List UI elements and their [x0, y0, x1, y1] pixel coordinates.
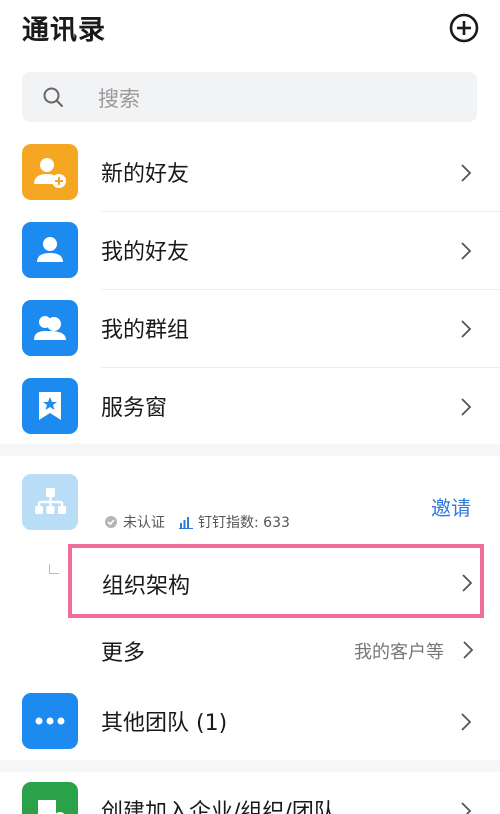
unverified-badge: 未认证: [104, 512, 165, 532]
contact-row-my-friends[interactable]: 我的好友: [0, 212, 500, 290]
more-subtitle: 我的客户等: [354, 642, 444, 663]
verified-check-icon: [105, 516, 117, 528]
chevron-right-icon: [462, 574, 473, 592]
chevron-right-icon: [461, 242, 472, 260]
other-teams-label: 其他团队 (1): [101, 711, 228, 736]
bookmark-star-icon: [22, 378, 78, 434]
contact-label: 我的好友: [101, 240, 190, 265]
org-logo-icon[interactable]: [22, 474, 78, 530]
group-icon: [22, 300, 78, 356]
chevron-right-icon: [461, 713, 472, 731]
contact-label: 新的好友: [101, 162, 190, 187]
tree-connector: [49, 564, 59, 574]
chevron-right-icon: [461, 164, 472, 182]
person-icon: [22, 222, 78, 278]
org-badges: 未认证 钉钉指数: 633: [104, 512, 304, 532]
contact-row-service-window[interactable]: 服务窗: [0, 368, 500, 446]
dingtalk-index-label: 钉钉指数: 633: [198, 515, 290, 531]
search-input[interactable]: 搜索: [22, 72, 477, 122]
chevron-right-icon: [461, 398, 472, 416]
bar-chart-icon: [179, 517, 193, 529]
org-structure-row[interactable]: 组织架构: [68, 544, 484, 618]
contact-label: 我的群组: [101, 318, 190, 343]
unverified-label: 未认证: [123, 515, 165, 531]
org-structure-label: 组织架构: [102, 574, 191, 599]
search-icon: [43, 87, 63, 107]
page-title: 通讯录: [22, 15, 106, 46]
other-teams-row[interactable]: 其他团队 (1): [0, 683, 500, 761]
contact-label: 服务窗: [101, 396, 168, 421]
create-join-row[interactable]: 创建加入企业/组织/团队: [0, 772, 500, 814]
section-divider: [0, 444, 500, 456]
more-label: 更多: [101, 641, 146, 666]
chevron-right-icon: [463, 641, 474, 659]
dingtalk-index-badge: 钉钉指数: 633: [179, 512, 290, 532]
create-join-label: 创建加入企业/组织/团队: [101, 800, 336, 814]
building-plus-icon: [22, 782, 78, 814]
more-dots-icon: [22, 693, 78, 749]
search-placeholder: 搜索: [98, 87, 140, 111]
contact-row-new-friends[interactable]: 新的好友: [0, 134, 500, 212]
chevron-right-icon: [461, 320, 472, 338]
chevron-right-icon: [461, 802, 472, 814]
invite-button[interactable]: 邀请: [431, 492, 471, 521]
org-more-row[interactable]: 更多 我的客户等: [0, 618, 500, 680]
section-divider: [0, 760, 500, 772]
header: 通讯录: [0, 0, 500, 62]
contact-row-my-groups[interactable]: 我的群组: [0, 290, 500, 368]
new-friend-icon: [22, 144, 78, 200]
plus-circle-icon[interactable]: [448, 12, 480, 44]
